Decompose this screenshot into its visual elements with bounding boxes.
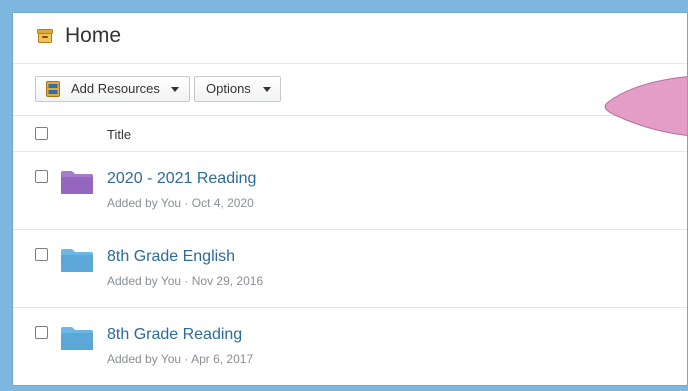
- folder-name-link[interactable]: 2020 - 2021 Reading: [107, 170, 256, 188]
- added-by-meta: Added by You · Apr 6, 2017: [107, 352, 254, 366]
- table-row[interactable]: 2020 - 2021 Reading Added by You · Oct 4…: [13, 152, 687, 230]
- chevron-down-icon: [263, 87, 271, 92]
- add-resources-button[interactable]: Add Resources: [35, 76, 190, 102]
- add-resources-label: Add Resources: [71, 81, 160, 96]
- folder-icon: [61, 171, 93, 194]
- folder-name-link[interactable]: 8th Grade English: [107, 248, 235, 266]
- column-header-title: Title: [107, 127, 132, 142]
- resources-panel: Home Add Resources Options Title 2020 - …: [12, 12, 688, 386]
- added-by-meta: Added by You · Nov 29, 2016: [107, 274, 264, 288]
- chevron-down-icon: [171, 87, 179, 92]
- select-all-checkbox[interactable]: [35, 127, 48, 140]
- folder-icon: [61, 327, 93, 350]
- add-resources-icon: [46, 81, 60, 97]
- table-header: Title: [13, 116, 687, 152]
- table-row[interactable]: 8th Grade Reading Added by You · Apr 6, …: [13, 308, 687, 385]
- decorative-pink-shape: [604, 76, 687, 136]
- folder-name-link[interactable]: 8th Grade Reading: [107, 326, 242, 344]
- table-row[interactable]: 8th Grade English Added by You · Nov 29,…: [13, 230, 687, 308]
- options-label: Options: [206, 81, 251, 96]
- folder-icon: [61, 249, 93, 272]
- page-title: Home: [65, 24, 122, 47]
- home-drawer-icon: [37, 29, 53, 43]
- options-button[interactable]: Options: [194, 76, 281, 102]
- toolbar: Add Resources Options: [13, 63, 687, 116]
- row-checkbox[interactable]: [35, 170, 48, 183]
- row-checkbox[interactable]: [35, 248, 48, 261]
- added-by-meta: Added by You · Oct 4, 2020: [107, 196, 254, 210]
- row-checkbox[interactable]: [35, 326, 48, 339]
- page-header: Home: [13, 13, 687, 64]
